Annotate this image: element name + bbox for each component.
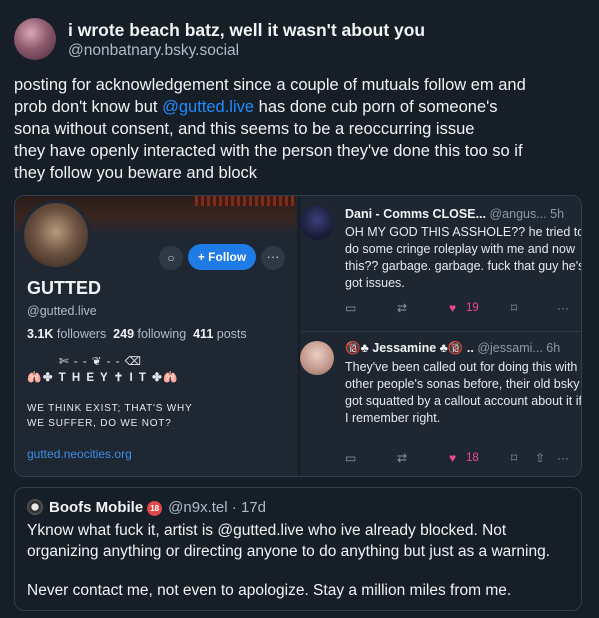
profile-bio-line: WE THINK EXIST; THAT'S WHY — [27, 403, 193, 414]
share-icon: ⇧ — [535, 451, 546, 465]
quote-text: Yknow what fuck it, artist is @gutted.li… — [27, 522, 551, 599]
author-handle[interactable]: @nonbatnary.bsky.social — [68, 42, 239, 60]
reply-actions: ▭ ⇄ ♥ 19 ⌑ ··· — [345, 301, 580, 319]
reply-avatar — [300, 341, 334, 375]
repost-icon: ⇄ — [397, 451, 408, 465]
like-icon: ♥ — [449, 301, 457, 315]
author-avatar[interactable] — [14, 18, 56, 60]
profile-bio-line: 🫁✤ T H E Y ✝ I T ✤🫁 — [27, 372, 180, 384]
reply-text: They've been called out for doing this w… — [345, 360, 582, 425]
image-embed[interactable]: ○ + Follow ··· GUTTED @gutted.live 3.1K … — [14, 195, 582, 477]
reply-icon: ▭ — [345, 301, 357, 315]
message-button: ○ — [159, 246, 183, 270]
mention-link[interactable]: @gutted.live — [162, 98, 254, 116]
profile-stats: 3.1K followers 249 following 411 posts — [27, 327, 247, 341]
more-icon: ··· — [557, 301, 569, 315]
reply-divider — [300, 331, 581, 332]
author-display-name[interactable]: i wrote beach batz, well it wasn't about… — [68, 20, 425, 41]
follow-button: + Follow — [188, 244, 256, 270]
profile-website-link: gutted.neocities.org — [27, 447, 132, 461]
reply-icon: ▭ — [345, 451, 357, 465]
post-body: posting for acknowledgement since a coup… — [14, 74, 589, 184]
profile-bio-line: WE SUFFER, DO WE NOT? — [27, 418, 172, 429]
reply-author: Dani - Comms CLOSE... @angus... 5h — [345, 207, 565, 221]
bookmark-icon: ⌑ — [511, 301, 518, 315]
adult-badge-icon: 18 — [147, 501, 163, 516]
chat-icon: ○ — [167, 251, 175, 265]
post-line: posting for acknowledgement since a coup… — [14, 76, 526, 94]
quote-author: Boofs Mobile 18 @n9x.tel · 17d — [49, 499, 266, 516]
more-icon: ··· — [557, 451, 569, 465]
reply-text: OH MY GOD THIS ASSHOLE?? he tried to do … — [345, 225, 582, 290]
repost-icon: ⇄ — [397, 301, 408, 315]
bookmark-icon: ⌑ — [511, 451, 518, 465]
post-line: prob don't know but @gutted.live has don… — [14, 98, 498, 116]
reply-author: 🔞♣ Jessamine ♣🔞 .. @jessami... 6h — [345, 341, 561, 355]
profile-card: ○ + Follow ··· GUTTED @gutted.live 3.1K … — [15, 196, 296, 476]
profile-avatar — [21, 200, 91, 270]
profile-handle: @gutted.live — [27, 304, 97, 318]
post-line: sona without consent, and this seems to … — [14, 120, 475, 138]
quote-author-avatar — [27, 499, 43, 515]
more-options-button: ··· — [261, 246, 285, 270]
like-count: 18 — [466, 452, 479, 464]
profile-bio-line: ✄ - - ❦ - - ⌫ — [59, 356, 143, 368]
post-line: they have openly interacted with the per… — [14, 142, 523, 160]
replies-screenshot: Dani - Comms CLOSE... @angus... 5h OH MY… — [300, 196, 582, 476]
plus-icon: + — [197, 250, 205, 264]
more-icon: ··· — [266, 249, 280, 264]
quoted-post[interactable]: Boofs Mobile 18 @n9x.tel · 17d Yknow what … — [14, 487, 582, 611]
post-line: they follow you beware and block — [14, 164, 258, 182]
profile-name: GUTTED — [27, 278, 101, 298]
reply-actions: ▭ ⇄ ♥ 18 ⌑ ⇧ ··· — [345, 451, 580, 469]
like-count: 19 — [466, 302, 479, 314]
quote-handle: @n9x.tel · 17d — [168, 499, 266, 516]
like-icon: ♥ — [449, 451, 457, 465]
reply-avatar — [300, 206, 334, 240]
